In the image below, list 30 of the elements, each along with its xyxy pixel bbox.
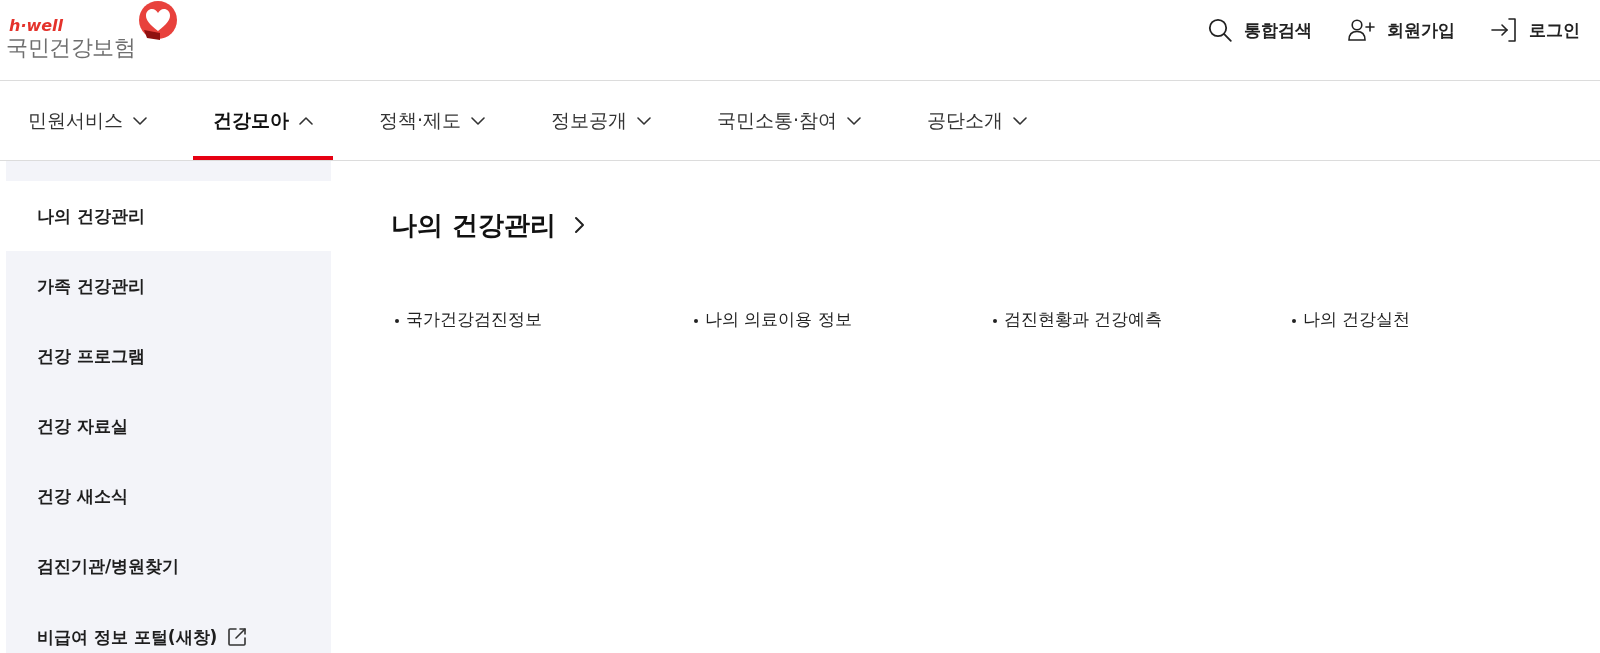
bullet-icon: [993, 318, 997, 323]
nav-tab[interactable]: 민원서비스: [8, 81, 167, 160]
sidebar-item[interactable]: 가족 건강관리: [6, 251, 331, 321]
nav-tab[interactable]: 정보공개: [531, 81, 672, 160]
bullet-icon: [395, 318, 399, 323]
bullet-icon: [1292, 318, 1296, 323]
bullet-icon: [694, 318, 698, 323]
utility-link[interactable]: 통합검색: [1208, 18, 1312, 42]
utility-link[interactable]: 회원가입: [1348, 18, 1455, 42]
search-icon: [1208, 18, 1232, 42]
nav-tab[interactable]: 정책·제도: [359, 81, 506, 160]
section-title-link[interactable]: 나의 건강관리: [391, 207, 586, 243]
utility-link[interactable]: 로그인: [1491, 18, 1580, 42]
sidebar-item[interactable]: 건강 새소식: [6, 461, 331, 531]
sidebar-item[interactable]: 건강 프로그램: [6, 321, 331, 391]
add-user-icon: [1348, 19, 1375, 41]
sidebar-item[interactable]: 건강 자료실: [6, 391, 331, 461]
nav-tab[interactable]: 국민소통·참여: [697, 81, 882, 160]
logo-text[interactable]: 국민건강보험: [6, 35, 135, 60]
logo-tagline[interactable]: h·well: [9, 17, 64, 35]
sub-menu-link[interactable]: 나의 의료이용 정보: [694, 309, 852, 329]
sub-menu-link[interactable]: 국가건강검진정보: [395, 309, 542, 329]
sub-menu-link[interactable]: 검진현황과 건강예측: [993, 309, 1163, 329]
sub-menu-link[interactable]: 나의 건강실천: [1292, 309, 1411, 329]
sidebar-item[interactable]: 나의 건강관리: [6, 181, 331, 251]
chevron-right-icon: [574, 216, 586, 234]
sidebar-item[interactable]: 검진기관/병원찾기: [6, 531, 331, 601]
sidebar-item[interactable]: 비급여 정보 포털(새창): [6, 601, 331, 653]
login-icon: [1491, 18, 1517, 42]
nav-tab[interactable]: 공단소개: [907, 81, 1048, 160]
